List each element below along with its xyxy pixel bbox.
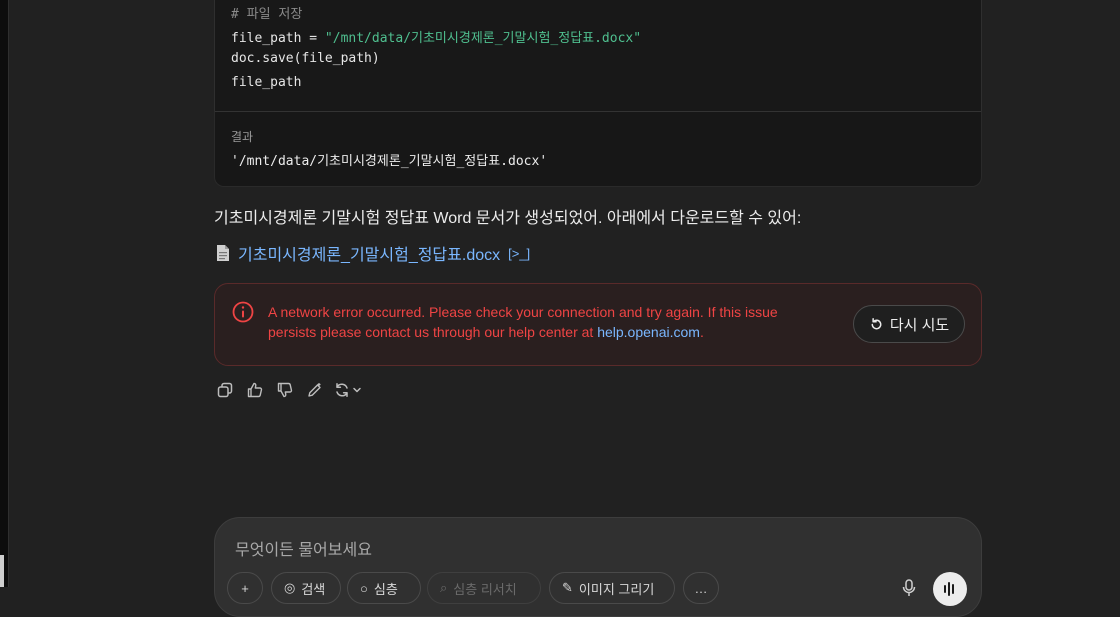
- voice-mode-button[interactable]: [933, 572, 967, 606]
- file-download-row: 기초미시경제론_기말시험_정답표.docx [>_]: [216, 241, 530, 265]
- message-actions: [214, 379, 368, 401]
- copy-icon: [217, 382, 233, 398]
- plus-icon: +: [241, 580, 249, 596]
- create-image-button[interactable]: ✎ 이미지 그리기: [549, 572, 675, 604]
- code-var: file_path =: [231, 31, 325, 46]
- edit-icon: [308, 383, 321, 397]
- search-label: 검색: [301, 581, 326, 597]
- edit-button[interactable]: [304, 379, 326, 401]
- thumbs-up-button[interactable]: [244, 379, 266, 401]
- reason-label: 심층: [373, 581, 398, 597]
- chevron-down-icon: [353, 387, 361, 393]
- retry-label: 다시 시도: [889, 316, 950, 334]
- code-comment: # 파일 저장: [231, 7, 303, 22]
- globe-icon: ◎: [284, 580, 296, 595]
- thumbs-down-icon: [277, 382, 293, 398]
- brush-icon: ✎: [562, 580, 573, 595]
- file-download-link[interactable]: 기초미시경제론_기말시험_정답표.docx: [238, 241, 500, 265]
- search-button[interactable]: ◎ 검색: [271, 572, 341, 604]
- thumbs-up-icon: [247, 382, 263, 398]
- scroll-nub: [0, 555, 4, 587]
- error-message: A network error occurred. Please check y…: [268, 302, 828, 342]
- search-icon: ○: [360, 580, 368, 596]
- retry-icon: [871, 317, 882, 329]
- create-image-label: 이미지 그리기: [578, 581, 655, 597]
- result-label: 결과: [231, 130, 254, 144]
- regenerate-button[interactable]: [334, 382, 368, 398]
- alert-circle-icon: [232, 301, 254, 323]
- code-block: # 파일 저장 file_path = "/mnt/data/기초미시경제론_기…: [214, 0, 982, 111]
- document-icon: [217, 245, 229, 261]
- assistant-answer-text: 기초미시경제론 기말시험 정답표 Word 문서가 생성되었어. 아래에서 다운…: [214, 210, 802, 227]
- reason-button[interactable]: ○ 심층: [347, 572, 421, 604]
- deep-research-button[interactable]: ⌕ 심층 리서치: [427, 572, 541, 604]
- help-center-link[interactable]: help.openai.com: [597, 324, 700, 340]
- code-line-2: doc.save(file_path): [231, 51, 380, 66]
- thumbs-down-button[interactable]: [274, 379, 296, 401]
- code-interpreter-icon[interactable]: [>_]: [508, 246, 530, 261]
- prompt-input[interactable]: 무엇이든 물어보세요: [235, 536, 372, 560]
- code-result-block: 결과 '/mnt/data/기초미시경제론_기말시험_정답표.docx': [214, 111, 982, 187]
- retry-button[interactable]: 다시 시도: [853, 305, 965, 343]
- code-line-3: file_path: [231, 75, 302, 90]
- add-attachment-button[interactable]: +: [227, 572, 263, 604]
- network-error-banner: A network error occurred. Please check y…: [214, 283, 982, 366]
- microphone-icon: [902, 579, 916, 596]
- result-value: '/mnt/data/기초미시경제론_기말시험_정답표.docx': [231, 154, 548, 169]
- copy-button[interactable]: [214, 379, 236, 401]
- deep-research-label: 심층 리서치: [453, 581, 517, 597]
- microphone-button[interactable]: [895, 574, 923, 602]
- voice-waveform-icon: [944, 582, 954, 596]
- telescope-icon: ⌕: [440, 580, 448, 595]
- code-string: "/mnt/data/기초미시경제론_기말시험_정답표.docx": [324, 31, 642, 46]
- more-tools-button[interactable]: …: [683, 572, 719, 604]
- code-line-1: file_path = "/mnt/data/기초미시경제론_기말시험_정답표.…: [231, 27, 641, 46]
- composer: 무엇이든 물어보세요 + ◎ 검색 ○ 심층 ⌕ 심층 리서치 ✎ 이미지 그리…: [214, 517, 982, 617]
- left-window-edge: [0, 0, 9, 587]
- error-message-end: .: [699, 324, 704, 340]
- regenerate-icon: [336, 383, 348, 397]
- more-icon: …: [694, 580, 708, 596]
